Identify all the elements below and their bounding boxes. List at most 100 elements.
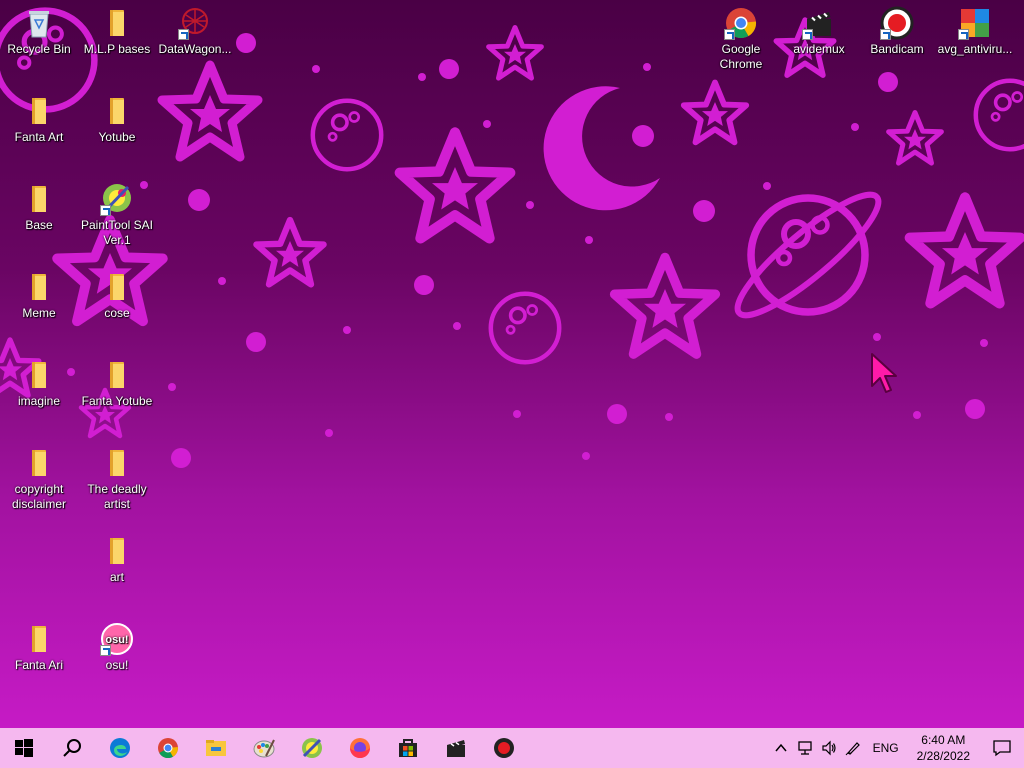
taskbar-bandicam[interactable]	[480, 728, 528, 768]
desktop-icon-label: DataWagon...	[158, 42, 232, 56]
folder-icon	[22, 358, 56, 392]
taskbar-chrome[interactable]	[144, 728, 192, 768]
folder-icon	[100, 358, 134, 392]
desktop-icon-meme[interactable]: Meme	[1, 270, 77, 321]
desktop-icon-label: The deadly artist	[87, 482, 147, 511]
folder-icon	[22, 94, 56, 128]
desktop-icon-label: Fanta Art	[14, 130, 64, 144]
desktop-icon-cose[interactable]: cose	[79, 270, 155, 321]
desktop-icon-label: Meme	[22, 306, 56, 320]
desktop-icon-yotube[interactable]: Yotube	[79, 94, 155, 145]
desktop-icon-label: avidemux	[793, 42, 845, 56]
start-icon	[15, 739, 33, 757]
desktop-icon-base[interactable]: Base	[1, 182, 77, 233]
paint-icon	[253, 739, 275, 758]
shortcut-arrow-icon	[178, 29, 189, 40]
system-tray: ENG 6:40 AM 2/28/2022	[769, 728, 1024, 768]
firefox-icon	[350, 738, 370, 758]
volume-button[interactable]	[817, 728, 841, 768]
desktop-icon-label: Bandicam	[870, 42, 924, 56]
desktop-icon-label: M.L.P bases	[83, 42, 151, 56]
taskbar-edge[interactable]	[96, 728, 144, 768]
shortcut-arrow-icon	[802, 29, 813, 40]
desktop-icon-label: Base	[25, 218, 53, 232]
taskbar-painttool-sai[interactable]	[288, 728, 336, 768]
desktop-icon-label: Fanta Ari	[14, 658, 64, 672]
desktop-icon-the-deadly-artist[interactable]: The deadly artist	[79, 446, 155, 512]
desktop-icon-painttool-sai-ver-1[interactable]: PaintTool SAI Ver.1	[79, 182, 155, 248]
clock[interactable]: 6:40 AM 2/28/2022	[907, 732, 980, 764]
desktop-icon-label: Yotube	[98, 130, 136, 144]
datawagon-icon	[178, 6, 212, 40]
folder-icon	[22, 182, 56, 216]
start-button[interactable]	[0, 728, 48, 768]
desktop-icon-label: osu!	[105, 658, 129, 672]
painttool-sai-icon	[100, 182, 134, 216]
network-icon	[797, 741, 812, 755]
avg-antivirus-icon	[958, 6, 992, 40]
input-language-indicator[interactable]: ENG	[865, 741, 907, 755]
network-button[interactable]	[793, 728, 817, 768]
store-icon	[399, 739, 417, 757]
clock-date: 2/28/2022	[916, 749, 970, 763]
desktop-icon-label: imagine	[17, 394, 61, 408]
folder-icon	[22, 270, 56, 304]
recycle-bin-icon	[22, 6, 56, 40]
desktop-icon-fanta-yotube[interactable]: Fanta Yotube	[79, 358, 155, 409]
shortcut-arrow-icon	[100, 205, 111, 216]
folder-icon	[100, 270, 134, 304]
desktop-icon-recycle-bin[interactable]: Recycle Bin	[1, 6, 77, 57]
avidemux-icon	[802, 6, 836, 40]
osu-icon: osu!	[100, 622, 134, 656]
show-hidden-icons-button[interactable]	[769, 728, 793, 768]
desktop-icon-avg-antiviru[interactable]: avg_antiviru...	[937, 6, 1013, 57]
shortcut-arrow-icon	[958, 29, 969, 40]
avidemux-icon	[447, 740, 465, 757]
taskbar: ENG 6:40 AM 2/28/2022	[0, 728, 1024, 768]
painttool-sai-icon	[302, 738, 322, 758]
action-center-button[interactable]	[980, 728, 1024, 768]
desktop-icon-copyright-disclaimer[interactable]: copyright disclaimer	[1, 446, 77, 512]
bandicam-icon	[494, 738, 514, 758]
pen-workspace-button[interactable]	[841, 728, 865, 768]
taskbar-paint[interactable]	[240, 728, 288, 768]
chrome-icon	[724, 6, 758, 40]
desktop-icon-imagine[interactable]: imagine	[1, 358, 77, 409]
desktop-icon-label: art	[109, 570, 124, 584]
edge-icon	[110, 738, 130, 758]
shortcut-arrow-icon	[724, 29, 735, 40]
desktop-icon-osu[interactable]: osu! osu!	[79, 622, 155, 673]
desktop-icon-m-l-p-bases[interactable]: M.L.P bases	[79, 6, 155, 57]
clock-time: 6:40 AM	[921, 733, 966, 747]
search-icon	[63, 739, 81, 757]
chrome-icon	[158, 738, 178, 759]
mouse-cursor-icon	[871, 353, 897, 393]
desktop-icon-fanta-art[interactable]: Fanta Art	[1, 94, 77, 145]
desktop-icon-label: PaintTool SAI Ver.1	[80, 218, 154, 247]
folder-icon	[100, 534, 134, 568]
taskbar-firefox[interactable]	[336, 728, 384, 768]
desktop-icon-label: avg_antiviru...	[937, 42, 1013, 56]
taskbar-file-explorer[interactable]	[192, 728, 240, 768]
folder-icon	[100, 94, 134, 128]
desktop-icon-avidemux[interactable]: avidemux	[781, 6, 857, 57]
taskbar-store[interactable]	[384, 728, 432, 768]
file-explorer-icon	[206, 740, 226, 756]
desktop-icon-art[interactable]: art	[79, 534, 155, 585]
desktop-icon-datawagon[interactable]: DataWagon...	[157, 6, 233, 57]
desktop-icon-label: Recycle Bin	[7, 42, 71, 56]
desktop-icon-label: Google Chrome	[719, 42, 763, 71]
desktop-icon-fanta-ari[interactable]: Fanta Ari	[1, 622, 77, 673]
pen-icon	[845, 742, 860, 756]
shortcut-arrow-icon	[880, 29, 891, 40]
search-button[interactable]	[48, 728, 96, 768]
taskbar-avidemux[interactable]	[432, 728, 480, 768]
desktop-icon-google-chrome[interactable]: Google Chrome	[703, 6, 779, 72]
desktop-icon-bandicam[interactable]: Bandicam	[859, 6, 935, 57]
desktop-icon-label: copyright disclaimer	[11, 482, 66, 511]
bandicam-icon	[880, 6, 914, 40]
desktop-icon-label: Fanta Yotube	[81, 394, 153, 408]
folder-icon	[22, 446, 56, 480]
speaker-icon	[821, 740, 836, 756]
chevron-up-icon	[775, 743, 787, 752]
